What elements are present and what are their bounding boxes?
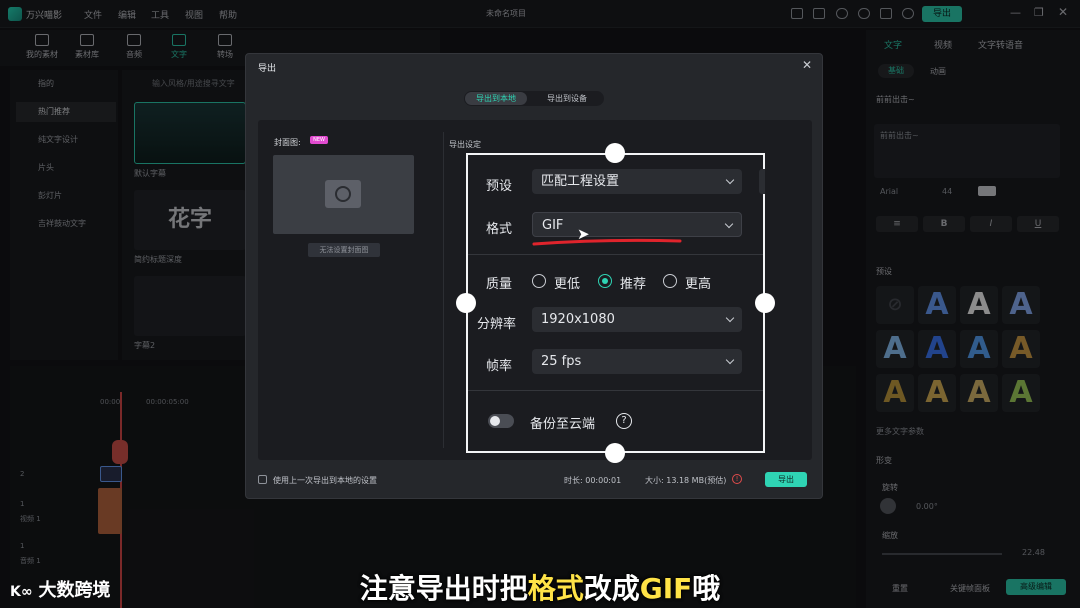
format-row-label: 格式 (486, 222, 513, 237)
callout-handle-left (456, 293, 476, 313)
cloud-backup-label: 备份至云端 (530, 417, 596, 432)
duration-text: 时长: 00:00:01 (564, 476, 622, 485)
chevron-down-icon (725, 175, 735, 185)
watermark: K∞ 大数跨境 (10, 580, 111, 601)
fps-select[interactable]: 25 fps (532, 349, 742, 374)
format-select[interactable]: GIF (532, 212, 742, 237)
resolution-select[interactable]: 1920x1080 (532, 307, 742, 332)
tab-export-device[interactable]: 导出到设备 (536, 92, 598, 105)
quality-row-label: 质量 (486, 277, 513, 292)
no-cover-icon (325, 180, 361, 208)
divider (468, 390, 763, 391)
callout-handle-top (605, 143, 625, 163)
quality-recommended-radio[interactable] (598, 274, 612, 288)
cover-label: 封面图: (274, 138, 301, 147)
export-button[interactable]: 导出 (765, 472, 807, 487)
zoom-callout: 预设 匹配工程设置 格式 GIF ➤ 质量 更低 推荐 更高 分辨率 1920x… (466, 153, 765, 453)
close-icon[interactable]: ✕ (802, 58, 812, 72)
warning-icon[interactable]: ! (732, 474, 742, 484)
divider (443, 132, 444, 448)
fps-row-label: 帧率 (486, 359, 513, 374)
cover-preview (273, 155, 414, 234)
export-target-tabs: 导出到本地 导出到设备 (464, 91, 604, 106)
video-subtitle: 注意导出时把格式改成GIF哦 (359, 572, 721, 605)
quality-recommended-label[interactable]: 推荐 (620, 273, 646, 292)
preset-select[interactable]: 匹配工程设置 (532, 169, 742, 194)
quality-higher-radio[interactable] (663, 274, 677, 288)
new-badge: NEW (310, 136, 328, 144)
preset-row-label: 预设 (486, 179, 513, 194)
divider (468, 254, 763, 255)
dialog-title: 导出 (258, 64, 277, 74)
resolution-row-label: 分辨率 (477, 317, 517, 332)
dialog-footer: 使用上一次导出到本地的设置 时长: 00:00:01 大小: 13.18 MB(… (258, 472, 812, 488)
help-icon[interactable]: ? (616, 413, 632, 429)
callout-handle-right (755, 293, 775, 313)
chevron-down-icon (725, 355, 735, 365)
use-last-settings-label: 使用上一次导出到本地的设置 (273, 476, 377, 485)
quality-higher-label[interactable]: 更高 (685, 273, 711, 292)
use-last-settings-checkbox[interactable] (258, 475, 267, 484)
chevron-down-icon (724, 219, 734, 229)
settings-label: 导出设定 (449, 140, 481, 149)
size-text: 大小: 13.18 MB(预估) (645, 476, 727, 485)
preset-extra-button[interactable] (759, 169, 765, 194)
tab-export-local[interactable]: 导出到本地 (465, 92, 527, 105)
set-cover-button[interactable]: 无法设置封面图 (308, 243, 380, 257)
quality-lower-label[interactable]: 更低 (554, 273, 580, 292)
cloud-backup-toggle[interactable] (488, 414, 514, 428)
watermark-logo-icon: K∞ (10, 584, 33, 600)
quality-lower-radio[interactable] (532, 274, 546, 288)
callout-handle-bottom (605, 443, 625, 463)
chevron-down-icon (725, 313, 735, 323)
red-underline-annotation (532, 238, 682, 246)
